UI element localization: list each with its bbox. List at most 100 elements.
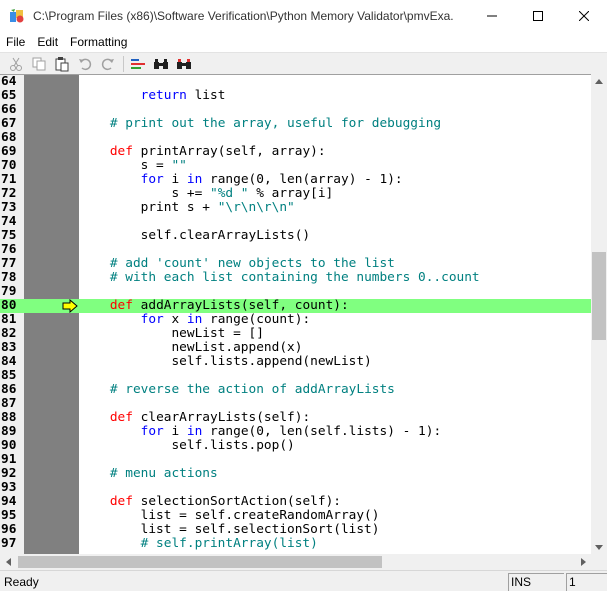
horizontal-scrollbar[interactable] — [0, 554, 591, 570]
code-line[interactable]: 87 — [0, 397, 591, 411]
find-next-button[interactable] — [174, 55, 194, 73]
code-line[interactable]: 76 — [0, 243, 591, 257]
code-line[interactable]: 97 # self.printArray(list) — [0, 537, 591, 551]
code-line[interactable]: 94 def selectionSortAction(self): — [0, 495, 591, 509]
title-bar: C:\Program Files (x86)\Software Verifica… — [0, 0, 607, 32]
code-line[interactable]: 66 — [0, 103, 591, 117]
code-text: def selectionSortAction(self): — [109, 494, 341, 509]
code-text: # with each list containing the numbers … — [109, 270, 480, 285]
line-number: 68 — [1, 130, 17, 145]
code-line[interactable]: 71 for i in range(0, len(array) - 1): — [0, 173, 591, 187]
code-line[interactable]: 95 list = self.createRandomArray() — [0, 509, 591, 523]
code-line[interactable]: 69 def printArray(self, array): — [0, 145, 591, 159]
code-line[interactable]: 84 self.lists.append(newList) — [0, 355, 591, 369]
line-number: 97 — [1, 536, 17, 551]
line-number: 90 — [1, 438, 17, 453]
code-line[interactable]: 70 s = "" — [0, 159, 591, 173]
code-text: self.clearArrayLists() — [79, 228, 311, 243]
menu-file[interactable]: File — [0, 32, 31, 52]
menu-edit[interactable]: Edit — [31, 32, 64, 52]
code-line[interactable]: 67 # print out the array, useful for deb… — [0, 117, 591, 131]
code-text: def clearArrayLists(self): — [109, 410, 311, 425]
horizontal-scroll-thumb[interactable] — [18, 556, 382, 568]
code-line[interactable]: 82 newList = [] — [0, 327, 591, 341]
code-text: # print out the array, useful for debugg… — [109, 116, 442, 131]
line-number: 80 — [1, 298, 17, 313]
find-button[interactable] — [151, 55, 171, 73]
line-number: 88 — [1, 410, 17, 425]
line-number: 89 — [1, 424, 17, 439]
current-code-line[interactable]: 80 def addArrayLists(self, count): — [0, 299, 591, 313]
copy-button[interactable] — [29, 55, 49, 73]
menu-formatting[interactable]: Formatting — [64, 32, 133, 52]
code-line[interactable]: 96 list = self.selectionSort(list) — [0, 523, 591, 537]
code-text: def printArray(self, array): — [109, 144, 326, 159]
cut-button[interactable] — [6, 55, 26, 73]
line-number: 70 — [1, 158, 17, 173]
paste-button[interactable] — [52, 55, 72, 73]
code-line[interactable]: 77 # add 'count' new objects to the list — [0, 257, 591, 271]
cut-icon — [10, 57, 22, 71]
code-line[interactable]: 89 for i in range(0, len(self.lists) - 1… — [0, 425, 591, 439]
code-line[interactable]: 75 self.clearArrayLists() — [0, 229, 591, 243]
vertical-scroll-thumb[interactable] — [592, 252, 606, 340]
code-text: list = self.createRandomArray() — [79, 508, 380, 523]
code-line[interactable]: 79 — [0, 285, 591, 299]
code-line[interactable]: 86 # reverse the action of addArrayLists — [0, 383, 591, 397]
line-number: 95 — [1, 508, 17, 523]
close-button[interactable] — [561, 0, 607, 32]
code-text: # add 'count' new objects to the list — [109, 256, 395, 271]
code-text: s = "" — [79, 158, 187, 173]
line-number: 96 — [1, 522, 17, 537]
code-line[interactable]: 93 — [0, 481, 591, 495]
line-number: 67 — [1, 116, 17, 131]
maximize-button[interactable] — [515, 0, 561, 32]
code-line[interactable]: 81 for x in range(count): — [0, 313, 591, 327]
scroll-left-arrow-icon[interactable] — [0, 554, 16, 570]
code-line[interactable]: 73 print s + "\r\n\r\n" — [0, 201, 591, 215]
redo-icon — [101, 58, 114, 70]
code-line[interactable]: 88 def clearArrayLists(self): — [0, 411, 591, 425]
line-number: 71 — [1, 172, 17, 187]
scroll-up-arrow-icon[interactable] — [591, 74, 607, 88]
scroll-down-arrow-icon[interactable] — [591, 540, 607, 554]
line-number: 66 — [1, 102, 17, 117]
current-line-arrow-icon — [62, 299, 78, 313]
find-icon — [154, 58, 168, 69]
code-line[interactable]: 91 — [0, 453, 591, 467]
minimize-button[interactable] — [469, 0, 515, 32]
code-text: self.lists.pop() — [79, 438, 295, 453]
code-line[interactable]: 85 — [0, 369, 591, 383]
scroll-right-arrow-icon[interactable] — [575, 554, 591, 570]
format-button[interactable] — [128, 55, 148, 73]
code-text: self.lists.append(newList) — [79, 354, 372, 369]
line-number: 85 — [1, 368, 17, 383]
line-number: 86 — [1, 382, 17, 397]
code-line[interactable]: 72 s += "%d " % array[i] — [0, 187, 591, 201]
line-number: 91 — [1, 452, 17, 467]
code-line[interactable]: 78 # with each list containing the numbe… — [0, 271, 591, 285]
undo-button[interactable] — [75, 55, 95, 73]
code-line[interactable]: 65 return list — [0, 89, 591, 103]
code-text: # menu actions — [109, 466, 218, 481]
app-icon — [9, 8, 25, 24]
status-text: Ready — [4, 575, 39, 589]
code-text: for i in range(0, len(self.lists) - 1): — [140, 424, 442, 439]
code-line[interactable]: 68 — [0, 131, 591, 145]
code-line[interactable]: 92 # menu actions — [0, 467, 591, 481]
code-text: list = self.selectionSort(list) — [79, 522, 380, 537]
line-number: 81 — [1, 312, 17, 327]
code-editor[interactable]: 64 65 return list 66 67 # print out the arr… — [0, 74, 591, 554]
find-next-icon — [177, 58, 191, 69]
code-line[interactable]: 90 self.lists.pop() — [0, 439, 591, 453]
menu-bar: File Edit Formatting — [0, 32, 607, 52]
vertical-scrollbar[interactable] — [591, 74, 607, 554]
scrollbar-corner — [591, 554, 607, 570]
code-line[interactable]: 83 newList.append(x) — [0, 341, 591, 355]
copy-icon — [32, 57, 46, 70]
redo-button[interactable] — [98, 55, 118, 73]
minimize-icon — [487, 15, 497, 17]
code-line[interactable]: 74 — [0, 215, 591, 229]
code-line[interactable]: 64 — [0, 75, 591, 89]
line-number: 79 — [1, 284, 17, 299]
